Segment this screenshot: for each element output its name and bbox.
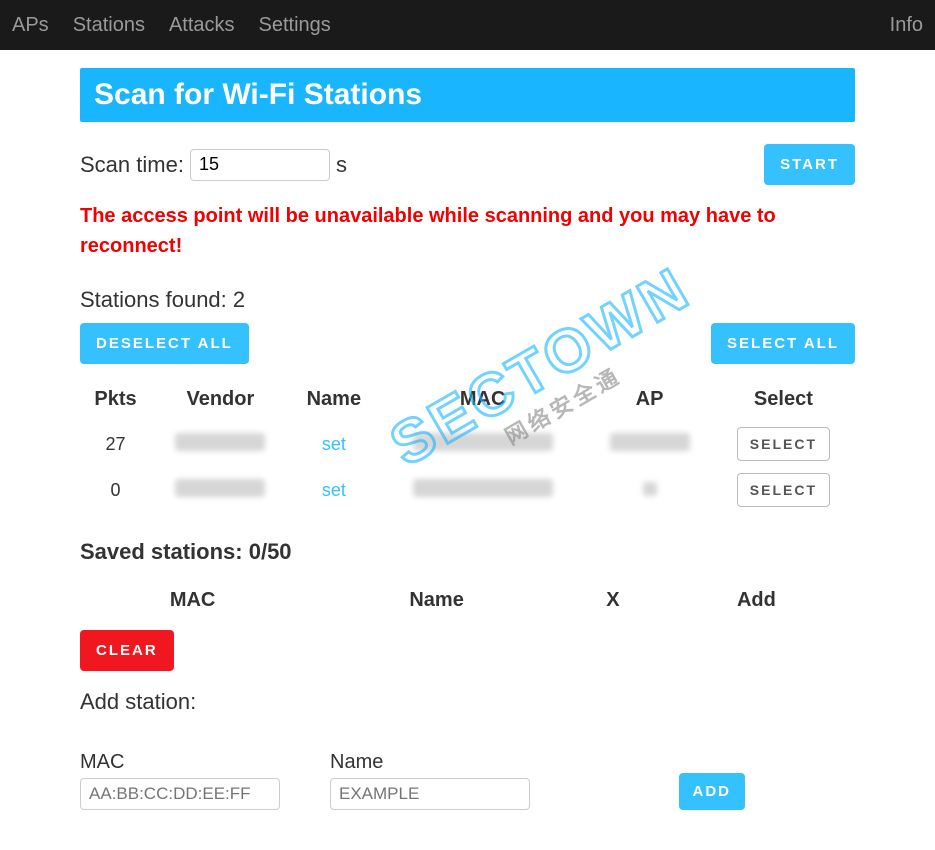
start-button[interactable]: START [764,144,855,185]
saved-col-name: Name [305,581,568,620]
stations-table: Pkts Vendor Name MAC AP Select 27 set SE… [80,382,855,513]
cell-pkts: 27 [80,421,151,467]
set-name-link[interactable]: set [322,434,346,454]
nav-aps[interactable]: APs [12,14,49,37]
page-title: Scan for Wi-Fi Stations [80,68,855,122]
table-row: 0 set SELECT [80,467,855,513]
add-station-label: Add station: [80,689,855,715]
add-mac-input[interactable] [80,778,280,810]
saved-col-mac: MAC [80,581,305,620]
saved-col-add: Add [658,581,855,620]
cell-vendor [151,421,290,467]
saved-stations-label: Saved stations: 0/50 [80,539,855,565]
saved-stations-table: MAC Name X Add [80,581,855,620]
col-select: Select [712,382,855,421]
cell-vendor [151,467,290,513]
stations-found-label: Stations found: 2 [80,287,855,313]
cell-ap [587,421,711,467]
scan-time-label: Scan time: [80,152,184,178]
add-button[interactable]: ADD [679,773,746,810]
cell-ap [587,467,711,513]
saved-col-x: X [568,581,658,620]
col-name: Name [290,382,378,421]
clear-button[interactable]: CLEAR [80,630,174,671]
nav-info[interactable]: Info [890,14,923,37]
cell-pkts: 0 [80,467,151,513]
add-name-input[interactable] [330,778,530,810]
add-mac-label: MAC [80,751,280,774]
table-row: 27 set SELECT [80,421,855,467]
nav-settings[interactable]: Settings [259,14,331,37]
nav-attacks[interactable]: Attacks [169,14,235,37]
col-vendor: Vendor [151,382,290,421]
col-mac: MAC [378,382,587,421]
scan-time-unit: s [336,152,347,178]
add-name-label: Name [330,751,530,774]
select-row-button[interactable]: SELECT [737,427,830,461]
select-row-button[interactable]: SELECT [737,473,830,507]
col-pkts: Pkts [80,382,151,421]
scan-warning: The access point will be unavailable whi… [80,201,855,261]
nav-stations[interactable]: Stations [73,14,145,37]
select-all-button[interactable]: SELECT ALL [711,323,855,364]
col-ap: AP [587,382,711,421]
set-name-link[interactable]: set [322,480,346,500]
cell-mac [378,467,587,513]
top-navbar: APs Stations Attacks Settings Info [0,0,935,50]
scan-time-input[interactable] [190,149,330,181]
deselect-all-button[interactable]: DESELECT ALL [80,323,249,364]
cell-mac [378,421,587,467]
